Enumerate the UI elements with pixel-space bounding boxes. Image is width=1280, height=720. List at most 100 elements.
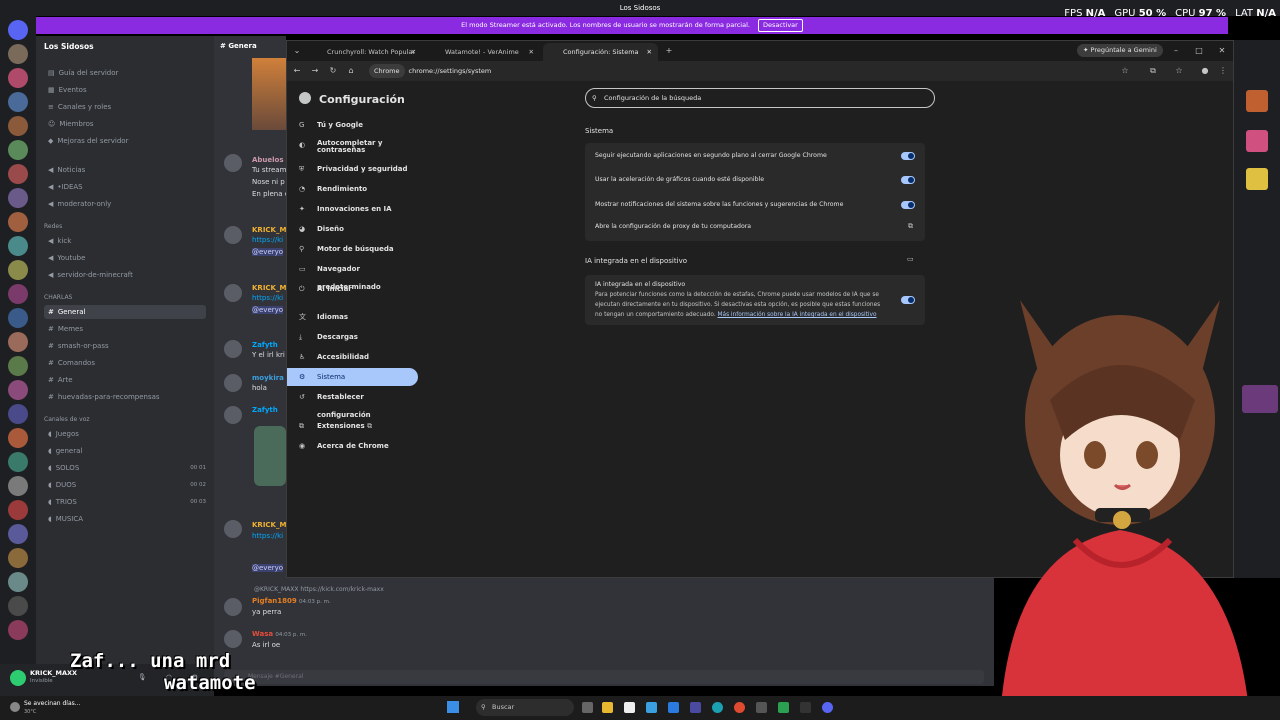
taskview-icon[interactable]	[582, 702, 593, 713]
nav-default-browser[interactable]: ▭ Navegador predeterminado	[287, 260, 418, 291]
tab-search-icon[interactable]: ⌄	[291, 44, 303, 58]
close-icon[interactable]: ✕	[411, 43, 416, 61]
ai-learn-more-link[interactable]: Más información sobre la IA integrada en…	[718, 312, 877, 318]
new-tab-button[interactable]: +	[663, 44, 675, 58]
close-window-icon[interactable]: ✕	[1216, 44, 1228, 58]
server-icon[interactable]	[8, 476, 28, 496]
channel-smash[interactable]: # smash-or-pass	[44, 339, 206, 353]
server-icon[interactable]	[8, 404, 28, 424]
nav-performance[interactable]: ◔ Rendimiento	[287, 180, 418, 198]
bookmarks-icon[interactable]: ☆	[1173, 64, 1185, 78]
server-icon[interactable]	[8, 620, 28, 640]
app-icon[interactable]	[646, 702, 657, 713]
nav-extensions[interactable]: ⧉ Extensiones ⧉	[287, 417, 418, 435]
server-icon[interactable]	[8, 548, 28, 568]
channel-huevadas[interactable]: # huevadas-para-recompensas	[44, 390, 206, 404]
channel-memes[interactable]: # Memes	[44, 322, 206, 336]
nav-languages[interactable]: 文 Idiomas	[287, 308, 418, 326]
tab-watamote[interactable]: Watamote! - VerAnime ✕	[425, 43, 540, 61]
channel-comandos[interactable]: # Comandos	[44, 356, 206, 370]
server-icon[interactable]	[8, 572, 28, 592]
channel-youtube[interactable]: ◀ Youtube	[44, 251, 206, 265]
nav-search-engine[interactable]: ⚲ Motor de búsqueda	[287, 240, 418, 258]
forward-icon[interactable]: →	[309, 64, 321, 78]
server-icon[interactable]	[8, 188, 28, 208]
server-icon[interactable]	[8, 164, 28, 184]
tab-settings[interactable]: Configuración: Sistema ✕	[543, 43, 658, 61]
discord-icon[interactable]	[822, 702, 833, 713]
menu-members[interactable]: ☺ Miembros	[44, 117, 206, 131]
server-icon[interactable]	[8, 596, 28, 616]
reload-icon[interactable]: ↻	[327, 64, 339, 78]
discord-home-icon[interactable]	[8, 20, 28, 40]
app-icon[interactable]	[624, 702, 635, 713]
menu-events[interactable]: ▦ Eventos	[44, 83, 206, 97]
server-icon[interactable]	[8, 260, 28, 280]
close-icon[interactable]: ✕	[647, 43, 652, 61]
server-icon[interactable]	[8, 116, 28, 136]
server-icon[interactable]	[8, 140, 28, 160]
address-bar[interactable]: Chrome chrome://settings/system	[365, 64, 1155, 78]
extensions-icon[interactable]: ⧉	[1147, 64, 1159, 78]
avatar[interactable]	[10, 670, 26, 686]
category-redes[interactable]: Redes	[44, 223, 62, 230]
nav-system[interactable]: ⚙ Sistema	[287, 368, 418, 386]
voice-juegos[interactable]: ◖ Juegos	[44, 427, 206, 441]
nav-downloads[interactable]: ⤓ Descargas	[287, 328, 418, 346]
app-icon[interactable]	[756, 702, 767, 713]
nav-accessibility[interactable]: ♿ Accesibilidad	[287, 348, 418, 366]
channel-minecraft[interactable]: ◀ servidor-de-minecraft	[44, 268, 206, 282]
edge-icon[interactable]	[712, 702, 723, 713]
nav-you-google[interactable]: G Tú y Google	[287, 116, 418, 134]
channel-ideas[interactable]: ◀ •IDEAS	[44, 180, 206, 194]
voice-general[interactable]: ◖ general	[44, 444, 206, 458]
deactivate-button[interactable]: Desactivar	[758, 19, 803, 32]
nav-reset[interactable]: ↺ Restablecer configuración	[287, 388, 418, 419]
server-icon[interactable]	[8, 332, 28, 352]
menu-channels-roles[interactable]: ≡ Canales y roles	[44, 100, 206, 114]
nav-appearance[interactable]: ◕ Diseño	[287, 220, 418, 238]
taskbar-search[interactable]: ⚲ Buscar	[476, 699, 574, 716]
home-icon[interactable]: ⌂	[345, 64, 357, 78]
close-icon[interactable]: ✕	[529, 43, 534, 61]
maximize-icon[interactable]: □	[1193, 44, 1205, 58]
voice-solos[interactable]: ◖ SOLOS 00 01	[44, 461, 206, 475]
message-input[interactable]: Mensaje #General	[224, 670, 984, 684]
setting-proxy[interactable]: Abre la configuración de proxy de tu com…	[595, 223, 915, 230]
app-icon[interactable]	[690, 702, 701, 713]
app-icon[interactable]	[778, 702, 789, 713]
channel-moderator[interactable]: ◀ moderator-only	[44, 197, 206, 211]
toggle-graphics-accel[interactable]	[901, 176, 915, 184]
toggle-notifications[interactable]	[901, 201, 915, 209]
server-icon[interactable]	[8, 380, 28, 400]
external-link-icon[interactable]: ⧉	[908, 222, 913, 231]
server-icon[interactable]	[8, 452, 28, 472]
server-icon[interactable]	[8, 236, 28, 256]
app-icon[interactable]	[668, 702, 679, 713]
nav-about[interactable]: ◉ Acerca de Chrome	[287, 437, 418, 455]
app-icon[interactable]	[800, 702, 811, 713]
bookmark-star-icon[interactable]: ☆	[1119, 64, 1131, 78]
gemini-button[interactable]: ✦ Pregúntale a Gemini	[1077, 44, 1163, 57]
nav-privacy[interactable]: ⛨ Privacidad y seguridad	[287, 160, 418, 178]
server-icon[interactable]	[8, 428, 28, 448]
channel-arte[interactable]: # Arte	[44, 373, 206, 387]
chrome-icon[interactable]	[734, 702, 745, 713]
server-name[interactable]: Los Sidosos	[44, 42, 94, 51]
nav-autofill[interactable]: ◐ Autocompletar y contraseñas	[287, 138, 418, 156]
server-icon[interactable]	[8, 308, 28, 328]
back-icon[interactable]: ←	[291, 64, 303, 78]
nav-ai-innovations[interactable]: ✦ Innovaciones en IA	[287, 200, 418, 218]
menu-icon[interactable]: ⋮	[1217, 64, 1229, 78]
server-icon[interactable]	[8, 68, 28, 88]
minimize-icon[interactable]: –	[1170, 44, 1182, 58]
nav-on-startup[interactable]: ⏻ Al iniciar	[287, 280, 418, 298]
toggle-background-apps[interactable]	[901, 152, 915, 160]
server-icon[interactable]	[8, 92, 28, 112]
menu-boosts[interactable]: ◆ Mejoras del servidor	[44, 134, 206, 148]
voice-musica[interactable]: ◖ MUSICA	[44, 512, 206, 526]
category-voz[interactable]: Canales de voz	[44, 416, 90, 423]
feedback-icon[interactable]: ▭	[907, 255, 914, 263]
file-explorer-icon[interactable]	[602, 702, 613, 713]
profile-avatar[interactable]: ●	[1199, 64, 1211, 78]
